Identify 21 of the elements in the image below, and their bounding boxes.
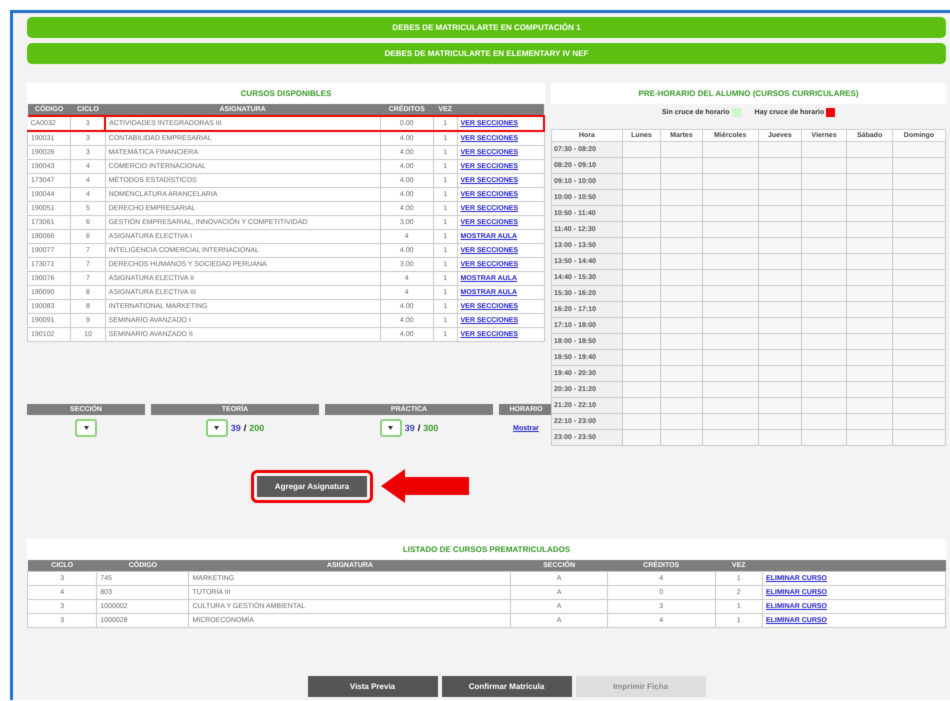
alert-banner: DEBES DE MATRICULARTE EN ELEMENTARY IV NEF <box>27 43 946 64</box>
caret-icon <box>388 426 394 430</box>
caret-icon <box>214 426 220 430</box>
arrow-icon <box>381 469 472 503</box>
dropdown[interactable] <box>206 419 228 437</box>
dropdown[interactable] <box>75 419 97 437</box>
section-title: PRE-HORARIO DEL ALUMNO (CURSOS CURRICULARES) <box>551 83 946 104</box>
footer-button[interactable]: Confirmar Matrícula <box>442 676 572 697</box>
capacity-text: 200 <box>249 423 264 433</box>
section-title: LISTADO DE CURSOS PREMATRICULADOS <box>27 539 946 560</box>
footer-button[interactable]: Vista Previa <box>308 676 438 697</box>
dropdown[interactable] <box>380 419 402 437</box>
caret-icon <box>84 426 88 430</box>
count-text: 39 <box>230 423 241 433</box>
capacity-text: 300 <box>423 423 438 433</box>
slash-text: / <box>418 423 420 433</box>
section-title: CURSOS DISPONIBLES <box>27 83 545 104</box>
add-course-button[interactable]: Agregar Asignatura <box>256 476 368 496</box>
slash-text: / <box>244 423 246 433</box>
count-text: 39 <box>404 423 415 433</box>
alert-banner: DEBES DE MATRICULARTE EN COMPUTACIÓN 1 <box>27 17 946 38</box>
